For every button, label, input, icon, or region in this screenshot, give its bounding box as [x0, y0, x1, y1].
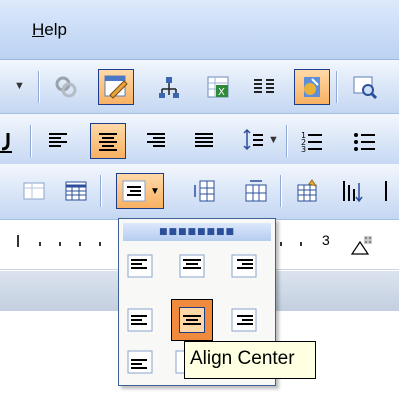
- insert-table-icon[interactable]: [58, 173, 94, 209]
- svg-text:X: X: [218, 87, 225, 98]
- formatting-toolbar: ▼ 123: [0, 114, 399, 168]
- align-left-icon[interactable]: [40, 123, 76, 159]
- svg-text:3: 3: [301, 145, 306, 154]
- align-middle-center-option[interactable]: [171, 299, 213, 341]
- standard-toolbar: ▼ X: [0, 60, 399, 114]
- ruler-tick: [280, 242, 282, 246]
- edit-pen-icon[interactable]: [98, 69, 134, 105]
- align-bottom-left-option[interactable]: [123, 345, 157, 379]
- ruler-tick: [79, 242, 81, 246]
- toolbar-separator: [336, 71, 338, 103]
- align-top-center-option[interactable]: [175, 249, 209, 283]
- document-map-icon[interactable]: [150, 69, 186, 105]
- cell-alignment-icon[interactable]: ▼: [116, 173, 164, 209]
- align-right-icon[interactable]: [138, 123, 174, 159]
- insert-excel-icon[interactable]: X: [200, 69, 236, 105]
- toolbar-dropdown-arrow[interactable]: ▼: [14, 80, 25, 92]
- align-center-icon[interactable]: [90, 123, 126, 159]
- menu-bar: Help: [0, 0, 399, 60]
- ruler-tick: [59, 242, 61, 246]
- ruler-tick: [300, 242, 302, 246]
- align-center-icon: [179, 307, 205, 333]
- align-middle-left-option[interactable]: [123, 303, 157, 337]
- menu-help[interactable]: Help: [32, 20, 67, 40]
- indent-marker-icon[interactable]: [350, 234, 374, 256]
- toolbar-separator: [38, 71, 40, 103]
- table-autoformat-icon[interactable]: [290, 173, 326, 209]
- drawing-icon[interactable]: [294, 69, 330, 105]
- draw-table-icon[interactable]: [16, 173, 52, 209]
- ruler-tick: [99, 242, 101, 246]
- zoom-icon[interactable]: [346, 69, 382, 105]
- underline-icon[interactable]: [0, 123, 18, 159]
- menu-help-rest: elp: [44, 20, 67, 39]
- ruler-tick: [17, 235, 19, 247]
- columns-icon[interactable]: [246, 69, 282, 105]
- align-top-left-option[interactable]: [123, 249, 157, 283]
- align-center-tooltip: Align Center: [184, 341, 316, 379]
- grip-dots: ■■■■■■■■: [158, 227, 236, 237]
- line-spacing-dropdown-arrow[interactable]: ▼: [268, 134, 279, 146]
- cell-alignment-dropdown-arrow[interactable]: ▼: [150, 186, 160, 197]
- justify-icon[interactable]: [186, 123, 222, 159]
- ruler-tick: [39, 242, 41, 246]
- link-icon[interactable]: [48, 69, 84, 105]
- menu-help-mnemonic: H: [32, 20, 45, 39]
- toolbar-separator: [280, 175, 282, 207]
- align-top-right-option[interactable]: [227, 249, 261, 283]
- align-middle-right-option[interactable]: [227, 303, 261, 337]
- distribute-rows-icon[interactable]: [188, 173, 224, 209]
- bullets-icon[interactable]: [346, 123, 382, 159]
- sort-descending-icon[interactable]: [376, 173, 399, 209]
- toolbar-separator: [286, 125, 288, 157]
- ruler-number: 3: [322, 232, 330, 248]
- tables-toolbar: ▼: [0, 164, 399, 220]
- numbering-icon[interactable]: 123: [294, 123, 330, 159]
- line-spacing-icon[interactable]: [234, 123, 270, 159]
- toolbar-separator: [30, 125, 32, 157]
- dropdown-drag-handle[interactable]: ■■■■■■■■: [123, 223, 271, 241]
- sort-icon[interactable]: [334, 173, 370, 209]
- toolbar-separator: [100, 175, 102, 207]
- distribute-columns-icon[interactable]: [238, 173, 274, 209]
